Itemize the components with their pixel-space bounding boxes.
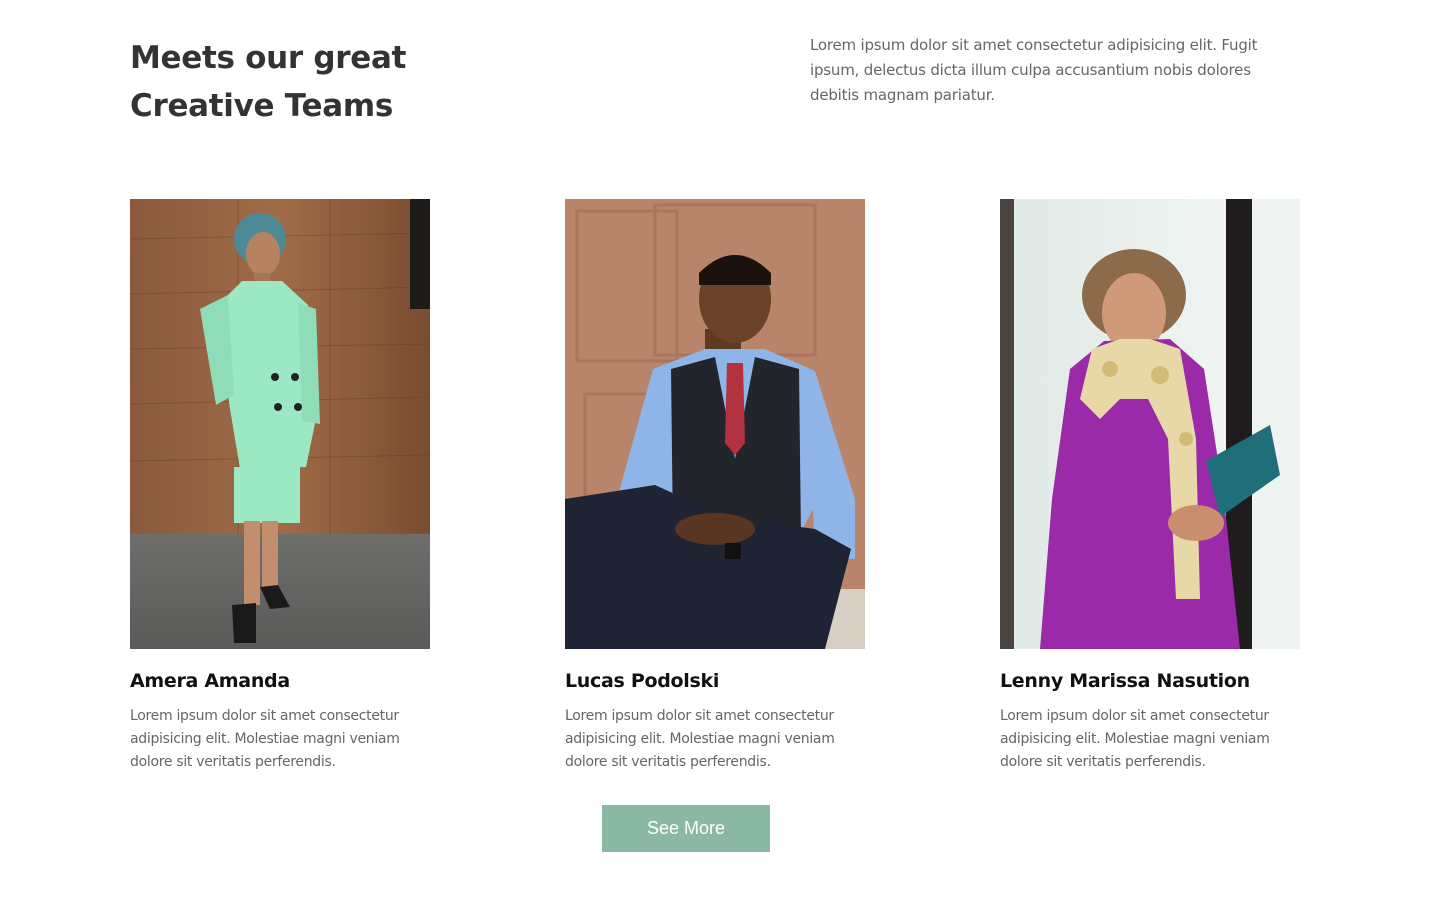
team-card: Lenny Marissa Nasution Lorem ipsum dolor…	[1000, 199, 1300, 774]
team-member-photo	[565, 199, 865, 649]
team-member-bio: Lorem ipsum dolor sit amet consectetur a…	[1000, 708, 1270, 770]
team-member-bio: Lorem ipsum dolor sit amet consectetur a…	[130, 708, 400, 770]
heading-line-2: Creative Teams	[130, 88, 393, 124]
heading-line-1: Meets our great	[130, 40, 407, 76]
team-member-bio: Lorem ipsum dolor sit amet consectetur a…	[565, 708, 835, 770]
see-more-button[interactable]: See More	[602, 805, 770, 852]
section-heading: Meets our great Creative Teams	[130, 34, 490, 130]
team-card: Amera Amanda Lorem ipsum dolor sit amet …	[130, 199, 430, 774]
team-member-name: Amera Amanda	[130, 670, 290, 692]
team-member-photo	[1000, 199, 1300, 649]
team-section: Meets our great Creative Teams Lorem ipsu…	[0, 0, 1440, 900]
team-member-name: Lucas Podolski	[565, 670, 720, 692]
section-intro: Lorem ipsum dolor sit amet consectetur a…	[810, 36, 1258, 104]
team-member-name: Lenny Marissa Nasution	[1000, 670, 1250, 692]
team-member-photo	[130, 199, 430, 649]
team-card: Lucas Podolski Lorem ipsum dolor sit ame…	[565, 199, 865, 774]
